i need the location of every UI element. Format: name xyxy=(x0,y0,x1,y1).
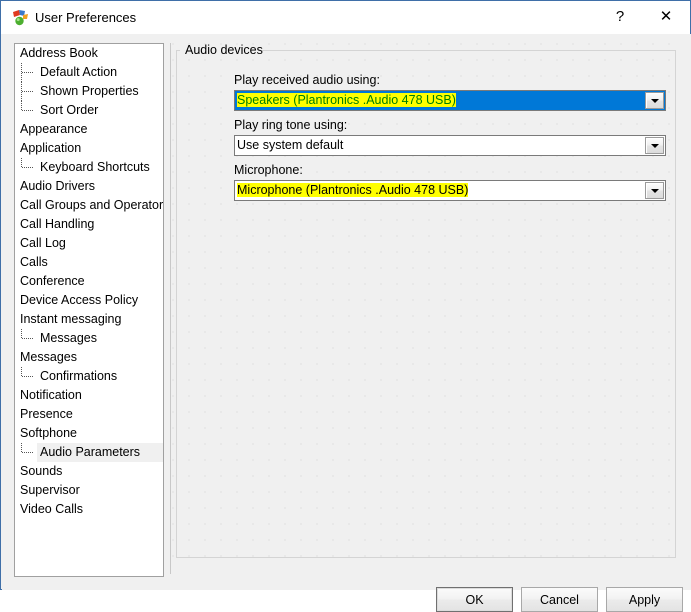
help-button[interactable]: ? xyxy=(597,1,643,32)
sidebar-item-conference[interactable]: Conference xyxy=(15,272,163,291)
tree-connector-icon xyxy=(21,82,37,101)
sidebar-item-label: Conference xyxy=(20,274,85,288)
title-bar: User Preferences ? ✕ xyxy=(1,1,690,34)
sidebar-item-notification[interactable]: Notification xyxy=(15,386,163,405)
sidebar-item-label: Sort Order xyxy=(40,103,99,117)
play-received-audio-label: Play received audio using: xyxy=(234,73,380,87)
sidebar-item-label: Audio Drivers xyxy=(20,179,96,193)
sidebar-item-label: Supervisor xyxy=(20,483,80,497)
sidebar-item-label: Softphone xyxy=(20,426,77,440)
tree-connector-icon xyxy=(21,443,37,462)
sidebar-item-label: Presence xyxy=(20,407,73,421)
cancel-button-label: Cancel xyxy=(540,592,579,607)
sidebar-item-messages[interactable]: Messages xyxy=(15,329,163,348)
sidebar-item-appearance[interactable]: Appearance xyxy=(15,120,163,139)
sidebar-item-label: Call Groups and Operators xyxy=(20,198,164,212)
sidebar-item-label: Notification xyxy=(20,388,82,402)
sidebar-item-label: Calls xyxy=(20,255,48,269)
tree-connector-icon xyxy=(21,63,37,82)
sidebar-item-label: Appearance xyxy=(20,122,88,136)
sidebar-item-softphone[interactable]: Softphone xyxy=(15,424,163,443)
sidebar-item-label: Audio Parameters xyxy=(37,443,163,462)
sidebar-item-label: Call Handling xyxy=(20,217,95,231)
sidebar-item-label: Keyboard Shortcuts xyxy=(40,160,150,174)
window-title: User Preferences xyxy=(35,10,137,25)
sidebar-item-sort-order[interactable]: Sort Order xyxy=(15,101,163,120)
sidebar-item-call-handling[interactable]: Call Handling xyxy=(15,215,163,234)
sidebar-item-sounds[interactable]: Sounds xyxy=(15,462,163,481)
sidebar-item-label: Device Access Policy xyxy=(20,293,139,307)
sidebar-item-presence[interactable]: Presence xyxy=(15,405,163,424)
pane-divider xyxy=(170,43,171,574)
ok-button-label: OK xyxy=(465,592,484,607)
sidebar-item-label: Shown Properties xyxy=(40,84,139,98)
play-received-audio-combobox[interactable]: Speakers (Plantronics .Audio 478 USB) xyxy=(234,90,666,111)
sidebar-item-label: Default Action xyxy=(40,65,118,79)
sidebar-item-confirmations[interactable]: Confirmations xyxy=(15,367,163,386)
close-button[interactable]: ✕ xyxy=(643,1,689,32)
sidebar-item-label: Confirmations xyxy=(40,369,118,383)
sidebar-item-calls[interactable]: Calls xyxy=(15,253,163,272)
sidebar-item-call-log[interactable]: Call Log xyxy=(15,234,163,253)
tree-connector-icon xyxy=(21,158,37,177)
sidebar-item-label: Instant messaging xyxy=(20,312,122,326)
sidebar-item-label: Video Calls xyxy=(20,502,84,516)
play-ring-tone-combobox[interactable]: Use system default xyxy=(234,135,666,156)
sidebar-item-device-access-policy[interactable]: Device Access Policy xyxy=(15,291,163,310)
sidebar-item-label: Call Log xyxy=(20,236,66,250)
sidebar-item-video-calls[interactable]: Video Calls xyxy=(15,500,163,519)
sidebar-item-address-book[interactable]: Address Book xyxy=(15,44,163,63)
sidebar-item-keyboard-shortcuts[interactable]: Keyboard Shortcuts xyxy=(15,158,163,177)
groupbox-border-left xyxy=(176,50,180,51)
sidebar-item-label: Sounds xyxy=(20,464,63,478)
sidebar-item-default-action[interactable]: Default Action xyxy=(15,63,163,82)
apply-button[interactable]: Apply xyxy=(606,587,683,612)
tree-connector-icon xyxy=(21,367,37,386)
dialog-client-area: Address Book Default Action Shown Properti… xyxy=(2,34,691,612)
sidebar-item-application[interactable]: Application xyxy=(15,139,163,158)
tree-connector-icon xyxy=(21,329,37,348)
sidebar-item-label: Messages xyxy=(20,350,77,364)
sidebar-item-label: Address Book xyxy=(20,46,98,60)
sidebar-item-messages[interactable]: Messages xyxy=(15,348,163,367)
sidebar-item-instant-messaging[interactable]: Instant messaging xyxy=(15,310,163,329)
chevron-down-icon[interactable] xyxy=(645,182,664,199)
cancel-button[interactable]: Cancel xyxy=(521,587,598,612)
sidebar-item-label: Messages xyxy=(40,331,97,345)
microphone-label: Microphone: xyxy=(234,163,303,177)
question-mark-icon: ? xyxy=(615,8,625,25)
settings-pane: Audio devices Play received audio using:… xyxy=(172,43,680,564)
microphone-combobox[interactable]: Microphone (Plantronics .Audio 478 USB) xyxy=(234,180,666,201)
groupbox-border-right xyxy=(262,50,676,51)
chevron-down-icon[interactable] xyxy=(645,137,664,154)
groupbox-title: Audio devices xyxy=(185,43,263,57)
user-preferences-dialog: User Preferences ? ✕ Address Book Default… xyxy=(0,0,691,612)
sidebar-item-audio-drivers[interactable]: Audio Drivers xyxy=(15,177,163,196)
microphone-value: Microphone (Plantronics .Audio 478 USB) xyxy=(237,183,469,197)
ok-button[interactable]: OK xyxy=(436,587,513,612)
sidebar-item-shown-properties[interactable]: Shown Properties xyxy=(15,82,163,101)
chevron-down-icon[interactable] xyxy=(645,92,664,109)
tree-connector-icon xyxy=(21,101,37,120)
sidebar-item-audio-parameters[interactable]: Audio Parameters xyxy=(15,443,163,462)
sidebar-item-call-groups-and-operators[interactable]: Call Groups and Operators xyxy=(15,196,163,215)
close-icon: ✕ xyxy=(659,8,673,25)
play-received-audio-value: Speakers (Plantronics .Audio 478 USB) xyxy=(235,91,645,110)
play-ring-tone-label: Play ring tone using: xyxy=(234,118,348,132)
apply-button-label: Apply xyxy=(628,592,661,607)
sidebar-item-supervisor[interactable]: Supervisor xyxy=(15,481,163,500)
play-ring-tone-value: Use system default xyxy=(237,138,344,152)
sidebar-item-label: Application xyxy=(20,141,82,155)
preferences-tree[interactable]: Address Book Default Action Shown Properti… xyxy=(14,43,164,577)
app-icon xyxy=(12,9,29,26)
